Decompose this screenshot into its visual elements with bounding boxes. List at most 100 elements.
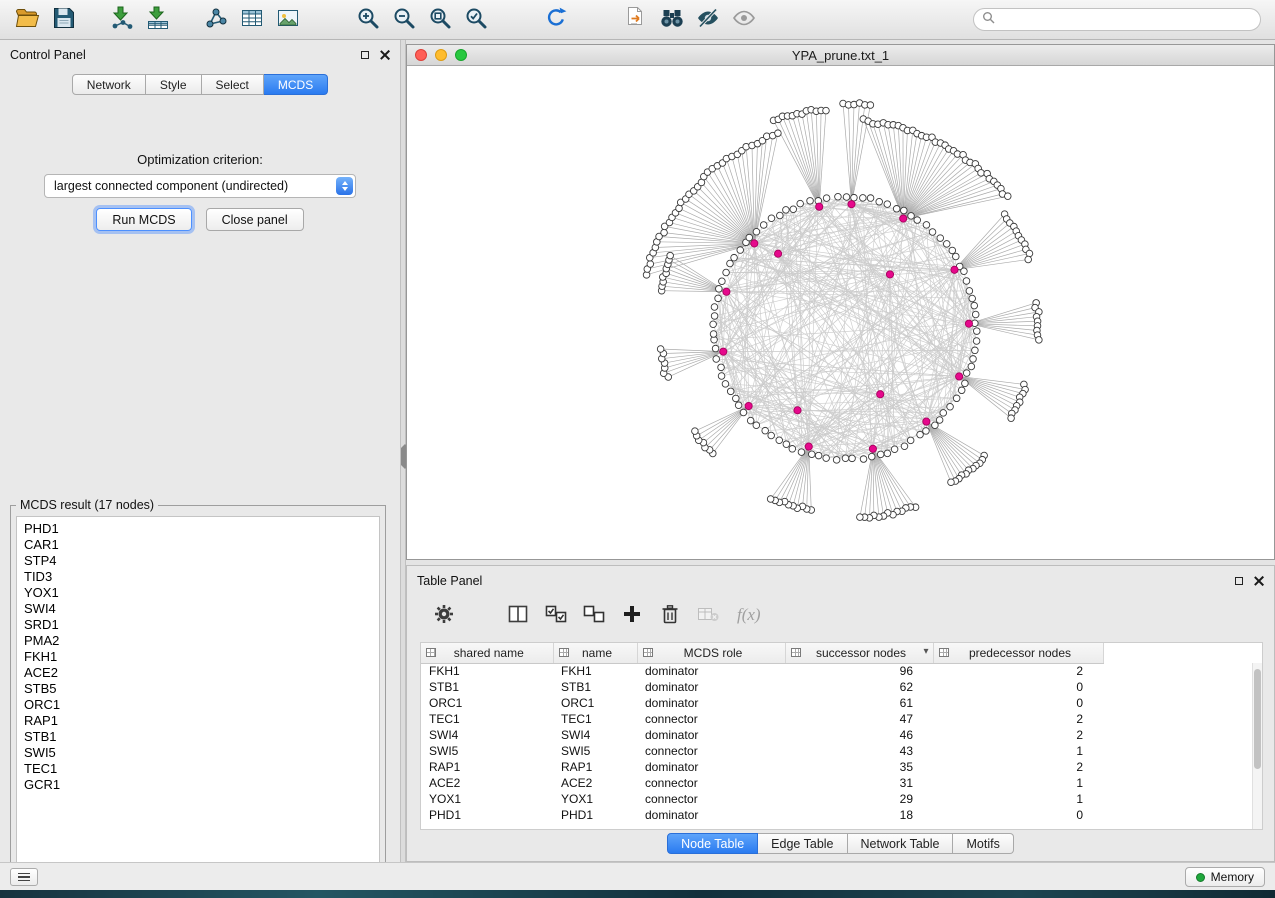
cell-name[interactable]: SWI5 [553,743,637,759]
zoom-selected-button[interactable] [458,4,494,36]
cell-shared-name[interactable]: TEC1 [421,711,553,727]
mcds-result-item[interactable]: STB1 [24,729,379,745]
cell-mcds-role[interactable]: dominator [637,759,785,775]
find-button[interactable] [654,4,690,36]
function-builder-label[interactable]: f(x) [737,605,761,625]
open-file-button[interactable] [10,4,46,36]
cell-successor-nodes[interactable]: 47 [785,711,933,727]
float-panel-icon[interactable] [361,51,369,59]
table-row[interactable]: RAP1RAP1dominator352 [421,759,1103,775]
tab-motifs[interactable]: Motifs [953,833,1013,854]
sort-indicator-icon[interactable]: ▾ [923,646,928,657]
cell-shared-name[interactable]: SWI5 [421,743,553,759]
cell-predecessor-nodes[interactable]: 2 [933,759,1103,775]
panel-menu-button[interactable] [10,868,38,886]
clone-network-button[interactable] [618,4,654,36]
cell-successor-nodes[interactable]: 61 [785,695,933,711]
import-table-button[interactable] [140,4,176,36]
cell-predecessor-nodes[interactable]: 2 [933,711,1103,727]
zoom-out-button[interactable] [386,4,422,36]
float-table-panel-icon[interactable] [1235,577,1243,585]
table-row[interactable]: FKH1FKH1dominator962 [421,663,1103,679]
network-window-titlebar[interactable]: YPA_prune.txt_1 [407,45,1274,66]
zoom-fit-button[interactable] [422,4,458,36]
tab-style[interactable]: Style [146,74,202,95]
mcds-result-item[interactable]: RAP1 [24,713,379,729]
network-table-button[interactable] [234,4,270,36]
cell-shared-name[interactable]: YOX1 [421,791,553,807]
refresh-view-button[interactable] [538,4,574,36]
cell-mcds-role[interactable]: dominator [637,727,785,743]
cell-successor-nodes[interactable]: 46 [785,727,933,743]
mcds-result-item[interactable]: GCR1 [24,777,379,793]
mcds-result-item[interactable]: STP4 [24,553,379,569]
cell-predecessor-nodes[interactable]: 0 [933,695,1103,711]
column-header-predecessor-nodes[interactable]: predecessor nodes [933,643,1103,663]
table-row[interactable]: YOX1YOX1connector291 [421,791,1103,807]
cell-shared-name[interactable]: SWI4 [421,727,553,743]
cell-mcds-role[interactable]: connector [637,791,785,807]
cell-predecessor-nodes[interactable]: 1 [933,775,1103,791]
mcds-result-item[interactable]: SRD1 [24,617,379,633]
mcds-result-item[interactable]: ACE2 [24,665,379,681]
cell-predecessor-nodes[interactable]: 1 [933,791,1103,807]
cell-predecessor-nodes[interactable]: 2 [933,663,1103,679]
mcds-result-item[interactable]: YOX1 [24,585,379,601]
table-row[interactable]: ORC1ORC1dominator610 [421,695,1103,711]
cell-shared-name[interactable]: RAP1 [421,759,553,775]
toggle-columns-button[interactable] [503,600,533,630]
tab-mcds[interactable]: MCDS [264,74,328,95]
mcds-result-item[interactable]: STB5 [24,681,379,697]
zoom-in-button[interactable] [350,4,386,36]
network-canvas[interactable] [407,66,1274,559]
graphics-details-button[interactable] [690,4,726,36]
deselect-all-button[interactable] [579,600,609,630]
cell-name[interactable]: TEC1 [553,711,637,727]
cell-predecessor-nodes[interactable]: 1 [933,743,1103,759]
close-table-panel-icon[interactable] [1254,576,1264,586]
new-network-button[interactable] [198,4,234,36]
table-row[interactable]: STB1STB1dominator620 [421,679,1103,695]
cell-successor-nodes[interactable]: 96 [785,663,933,679]
cell-shared-name[interactable]: PHD1 [421,807,553,823]
tab-edge-table[interactable]: Edge Table [758,833,847,854]
table-settings-button[interactable] [429,600,459,630]
column-header-name[interactable]: name [553,643,637,663]
close-panel-button[interactable]: Close panel [206,208,304,231]
scrollbar-thumb[interactable] [1254,669,1261,769]
tab-node-table[interactable]: Node Table [667,833,758,854]
add-column-button[interactable] [617,600,647,630]
cell-shared-name[interactable]: FKH1 [421,663,553,679]
mcds-result-item[interactable]: TID3 [24,569,379,585]
cell-mcds-role[interactable]: connector [637,711,785,727]
mcds-result-item[interactable]: SWI4 [24,601,379,617]
table-scrollbar[interactable] [1252,663,1262,829]
window-maximize-button[interactable] [455,49,467,61]
cell-name[interactable]: YOX1 [553,791,637,807]
export-image-button[interactable] [270,4,306,36]
table-row[interactable]: ACE2ACE2connector311 [421,775,1103,791]
mcds-result-item[interactable]: TEC1 [24,761,379,777]
cell-name[interactable]: SWI4 [553,727,637,743]
cell-shared-name[interactable]: ACE2 [421,775,553,791]
cell-predecessor-nodes[interactable]: 0 [933,807,1103,823]
mcds-result-item[interactable]: PHD1 [24,521,379,537]
cell-mcds-role[interactable]: dominator [637,663,785,679]
select-all-button[interactable] [541,600,571,630]
table-row[interactable]: SWI5SWI5connector431 [421,743,1103,759]
cell-name[interactable]: ACE2 [553,775,637,791]
mcds-result-item[interactable]: SWI5 [24,745,379,761]
cell-mcds-role[interactable]: connector [637,775,785,791]
mcds-result-item[interactable]: FKH1 [24,649,379,665]
column-header-successor-nodes[interactable]: successor nodes▾ [785,643,933,663]
show-hide-button[interactable] [726,4,762,36]
run-mcds-button[interactable]: Run MCDS [96,208,191,231]
table-row[interactable]: TEC1TEC1connector472 [421,711,1103,727]
import-table-disabled-button[interactable] [693,600,723,630]
column-header-mcds-role[interactable]: MCDS role [637,643,785,663]
cell-predecessor-nodes[interactable]: 2 [933,727,1103,743]
import-network-button[interactable] [104,4,140,36]
cell-predecessor-nodes[interactable]: 0 [933,679,1103,695]
search-input[interactable] [1001,13,1252,27]
cell-mcds-role[interactable]: connector [637,743,785,759]
